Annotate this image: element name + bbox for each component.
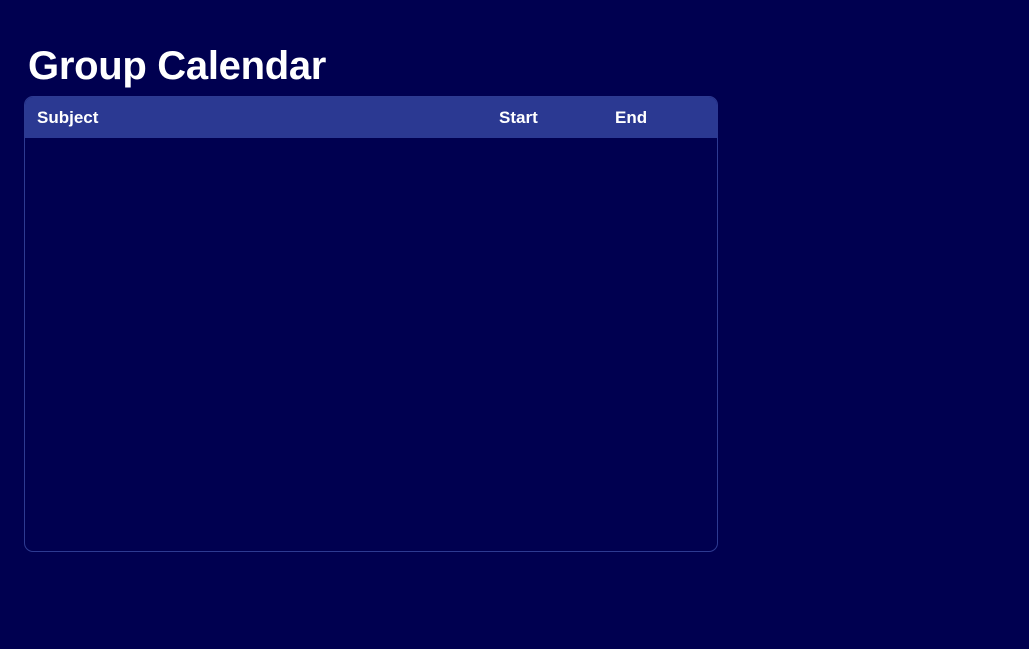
cell-start [495, 427, 611, 468]
cell-end [611, 510, 717, 551]
cell-end [611, 221, 717, 262]
header-row: Subject Start End [25, 97, 717, 138]
cell-end [611, 138, 717, 179]
table-row[interactable] [25, 221, 717, 262]
cell-start [495, 510, 611, 551]
cell-subject [25, 344, 495, 385]
table-row[interactable] [25, 427, 717, 468]
table-row[interactable] [25, 386, 717, 427]
cell-end [611, 468, 717, 509]
table-row[interactable] [25, 344, 717, 385]
table-row[interactable] [25, 179, 717, 220]
column-header-start[interactable]: Start [495, 97, 611, 138]
table-row[interactable] [25, 262, 717, 303]
cell-end [611, 262, 717, 303]
table-row[interactable] [25, 303, 717, 344]
table-header: Subject Start End [25, 97, 717, 138]
cell-subject [25, 138, 495, 179]
cell-subject [25, 468, 495, 509]
cell-subject [25, 386, 495, 427]
cell-start [495, 468, 611, 509]
cell-end [611, 303, 717, 344]
cell-end [611, 427, 717, 468]
cell-start [495, 262, 611, 303]
cell-subject [25, 427, 495, 468]
table-row[interactable] [25, 138, 717, 179]
cell-start [495, 303, 611, 344]
cell-subject [25, 221, 495, 262]
cell-end [611, 386, 717, 427]
cell-start [495, 221, 611, 262]
cell-start [495, 386, 611, 427]
cell-subject [25, 179, 495, 220]
cell-start [495, 138, 611, 179]
page-title: Group Calendar [28, 44, 327, 88]
cell-subject [25, 303, 495, 344]
column-header-end[interactable]: End [611, 97, 717, 138]
cell-subject [25, 262, 495, 303]
column-header-subject[interactable]: Subject [25, 97, 495, 138]
calendar-table: Subject Start End [25, 97, 717, 551]
table-body [25, 138, 717, 551]
cell-end [611, 344, 717, 385]
cell-subject [25, 510, 495, 551]
cell-start [495, 344, 611, 385]
table-row[interactable] [25, 510, 717, 551]
table-row[interactable] [25, 468, 717, 509]
cell-start [495, 179, 611, 220]
cell-end [611, 179, 717, 220]
calendar-table-container: Subject Start End [24, 96, 718, 552]
